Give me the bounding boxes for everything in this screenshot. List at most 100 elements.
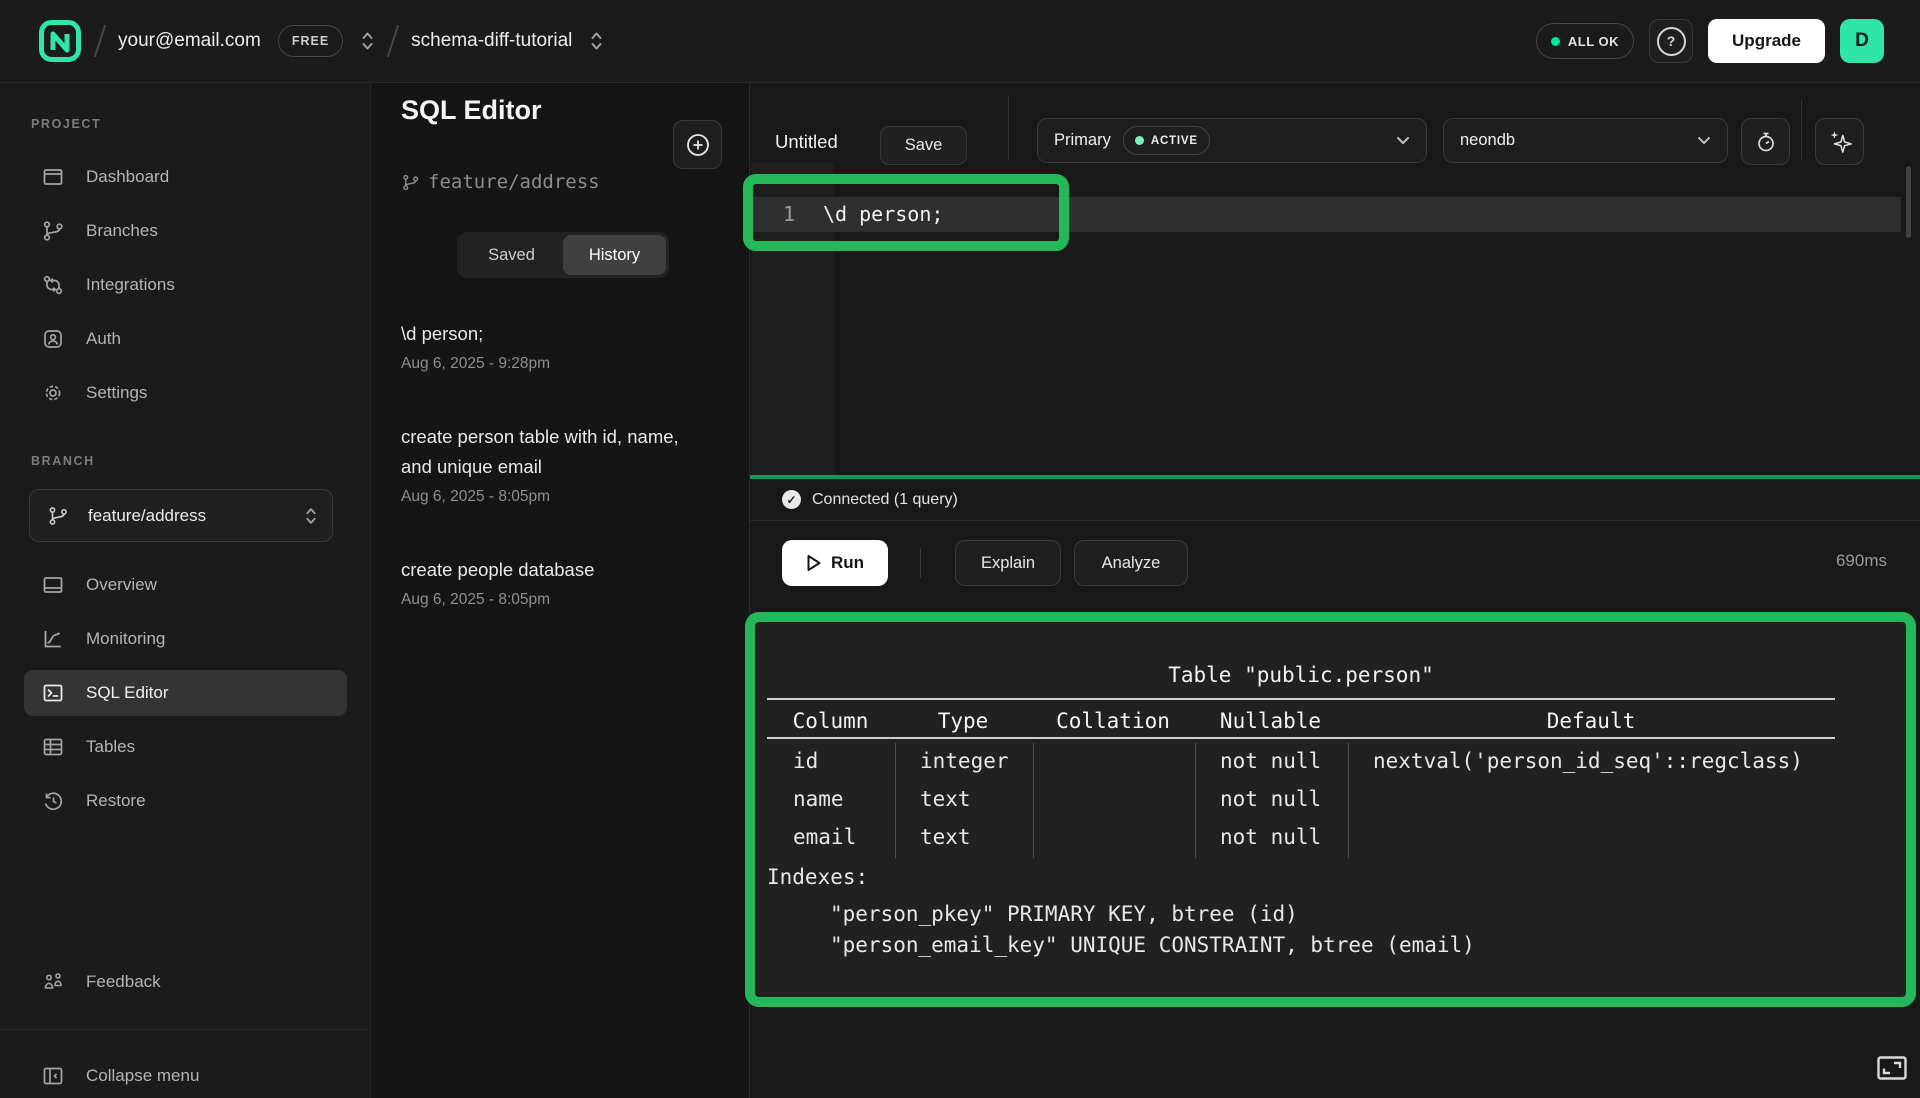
query-timing-button[interactable]	[1741, 118, 1790, 165]
sidebar-item-sql-editor[interactable]: SQL Editor	[24, 670, 347, 716]
account-switcher-icon[interactable]	[360, 29, 375, 53]
explain-button[interactable]: Explain	[955, 540, 1061, 586]
active-label: ACTIVE	[1151, 135, 1198, 147]
upgrade-button[interactable]: Upgrade	[1708, 19, 1825, 63]
compute-status-badge: ACTIVE	[1123, 126, 1210, 155]
toolbar-divider	[1008, 96, 1009, 160]
table-rule	[767, 698, 1835, 700]
cell: id	[767, 742, 894, 780]
annotation-box-results: Table "public.person" Column Type Collat…	[745, 612, 1916, 1007]
column-separator	[1195, 743, 1196, 858]
fullscreen-icon	[1877, 1056, 1907, 1080]
history-query: \d person;	[401, 319, 693, 349]
sidebar-item-overview[interactable]: Overview	[24, 562, 347, 608]
history-date: Aug 6, 2025 - 8:05pm	[401, 482, 693, 512]
sidebar-item-tables[interactable]: Tables	[24, 724, 347, 770]
restore-icon	[41, 789, 65, 813]
sidebar-item-label: Auth	[86, 329, 121, 349]
project-section-label: PROJECT	[31, 117, 101, 131]
sidebar-item-label: Monitoring	[86, 629, 165, 649]
neon-console: your@email.com FREE schema-diff-tutorial…	[0, 0, 1920, 1098]
overview-icon	[41, 573, 65, 597]
expand-results-button[interactable]	[1877, 1056, 1907, 1085]
run-button[interactable]: Run	[782, 540, 888, 586]
project-switcher-icon[interactable]	[589, 29, 604, 53]
breadcrumb-divider	[94, 25, 106, 58]
connection-status-text: Connected (1 query)	[812, 491, 958, 509]
system-status[interactable]: ALL OK	[1536, 23, 1634, 59]
cell: not null	[1194, 780, 1347, 818]
save-button[interactable]: Save	[880, 126, 967, 165]
history-item[interactable]: create people database Aug 6, 2025 - 8:0…	[401, 555, 693, 615]
sidebar-item-label: Feedback	[86, 972, 161, 992]
table-row: email text not null	[767, 818, 1835, 856]
history-item[interactable]: create person table with id, name, and u…	[401, 422, 693, 512]
chevron-down-icon	[1697, 136, 1711, 145]
check-circle-icon: ✓	[782, 490, 801, 509]
line-number: 1	[751, 197, 795, 232]
cell: not null	[1194, 742, 1347, 780]
avatar[interactable]: D	[1840, 19, 1884, 63]
index-entry: "person_pkey" PRIMARY KEY, btree (id)	[830, 902, 1298, 926]
project-nav: Dashboard Branches Integrations Auth Set…	[24, 154, 347, 416]
history-query: create person table with id, name, and u…	[401, 422, 693, 482]
branch-selector[interactable]: feature/address	[29, 489, 333, 542]
dashboard-icon	[41, 165, 65, 189]
database-selector[interactable]: neondb	[1443, 118, 1728, 163]
cell: text	[894, 780, 1032, 818]
toolbar-divider	[1801, 100, 1802, 160]
neon-logo[interactable]	[38, 19, 82, 63]
collapse-nav: Collapse menu	[24, 1053, 347, 1098]
column-header: Default	[1347, 706, 1835, 736]
table-row: name text not null	[767, 780, 1835, 818]
account-email[interactable]: your@email.com	[118, 30, 261, 52]
compute-selector[interactable]: Primary ACTIVE	[1037, 118, 1427, 163]
collapse-menu-button[interactable]: Collapse menu	[24, 1053, 347, 1098]
cell: nextval('person_id_seq'::regclass)	[1347, 742, 1835, 780]
question-icon: ?	[1657, 27, 1686, 56]
tab-saved[interactable]: Saved	[460, 235, 563, 275]
result-header-row: Column Type Collation Nullable Default	[767, 706, 1835, 736]
sidebar-item-label: Tables	[86, 737, 135, 757]
sidebar-item-label: SQL Editor	[86, 683, 169, 703]
sidebar-item-label: Collapse menu	[86, 1066, 199, 1086]
sidebar-item-label: Branches	[86, 221, 158, 241]
sidebar-item-integrations[interactable]: Integrations	[24, 262, 347, 308]
connection-status-bar: ✓ Connected (1 query)	[750, 479, 1920, 521]
plan-badge: FREE	[278, 25, 343, 57]
analyze-button[interactable]: Analyze	[1074, 540, 1188, 586]
editor-scrollbar[interactable]	[1906, 166, 1911, 238]
sidebar-item-restore[interactable]: Restore	[24, 778, 347, 824]
integrations-icon	[41, 273, 65, 297]
sidebar-item-dashboard[interactable]: Dashboard	[24, 154, 347, 200]
query-duration: 690ms	[1760, 551, 1887, 571]
stopwatch-icon	[1754, 130, 1778, 154]
history-query: create people database	[401, 555, 693, 585]
column-separator	[1348, 743, 1349, 858]
project-name[interactable]: schema-diff-tutorial	[411, 30, 572, 52]
database-name: neondb	[1460, 131, 1515, 150]
query-tab-title[interactable]: Untitled	[775, 131, 838, 153]
auth-icon	[41, 327, 65, 351]
branch-icon	[401, 173, 420, 192]
sidebar-item-monitoring[interactable]: Monitoring	[24, 616, 347, 662]
sidebar-item-branches[interactable]: Branches	[24, 208, 347, 254]
tab-history[interactable]: History	[563, 235, 666, 275]
cell: not null	[1194, 818, 1347, 856]
index-entry: "person_email_key" UNIQUE CONSTRAINT, bt…	[830, 933, 1475, 957]
sidebar-item-settings[interactable]: Settings	[24, 370, 347, 416]
help-button[interactable]: ?	[1649, 19, 1693, 63]
sidebar-item-auth[interactable]: Auth	[24, 316, 347, 362]
code-line[interactable]: \d person;	[823, 197, 943, 232]
editor-branch-name: feature/address	[428, 171, 600, 193]
sidebar-item-feedback[interactable]: Feedback	[24, 959, 347, 1005]
settings-icon	[41, 381, 65, 405]
new-query-button[interactable]	[673, 120, 722, 169]
query-results: Table "public.person" Column Type Collat…	[767, 622, 1835, 997]
history-date: Aug 6, 2025 - 9:28pm	[401, 349, 693, 379]
sidebar-divider	[0, 1029, 370, 1030]
table-rule	[767, 737, 1835, 739]
history-item[interactable]: \d person; Aug 6, 2025 - 9:28pm	[401, 319, 693, 379]
branch-selector-value: feature/address	[88, 506, 285, 526]
ai-assist-button[interactable]	[1815, 118, 1864, 165]
